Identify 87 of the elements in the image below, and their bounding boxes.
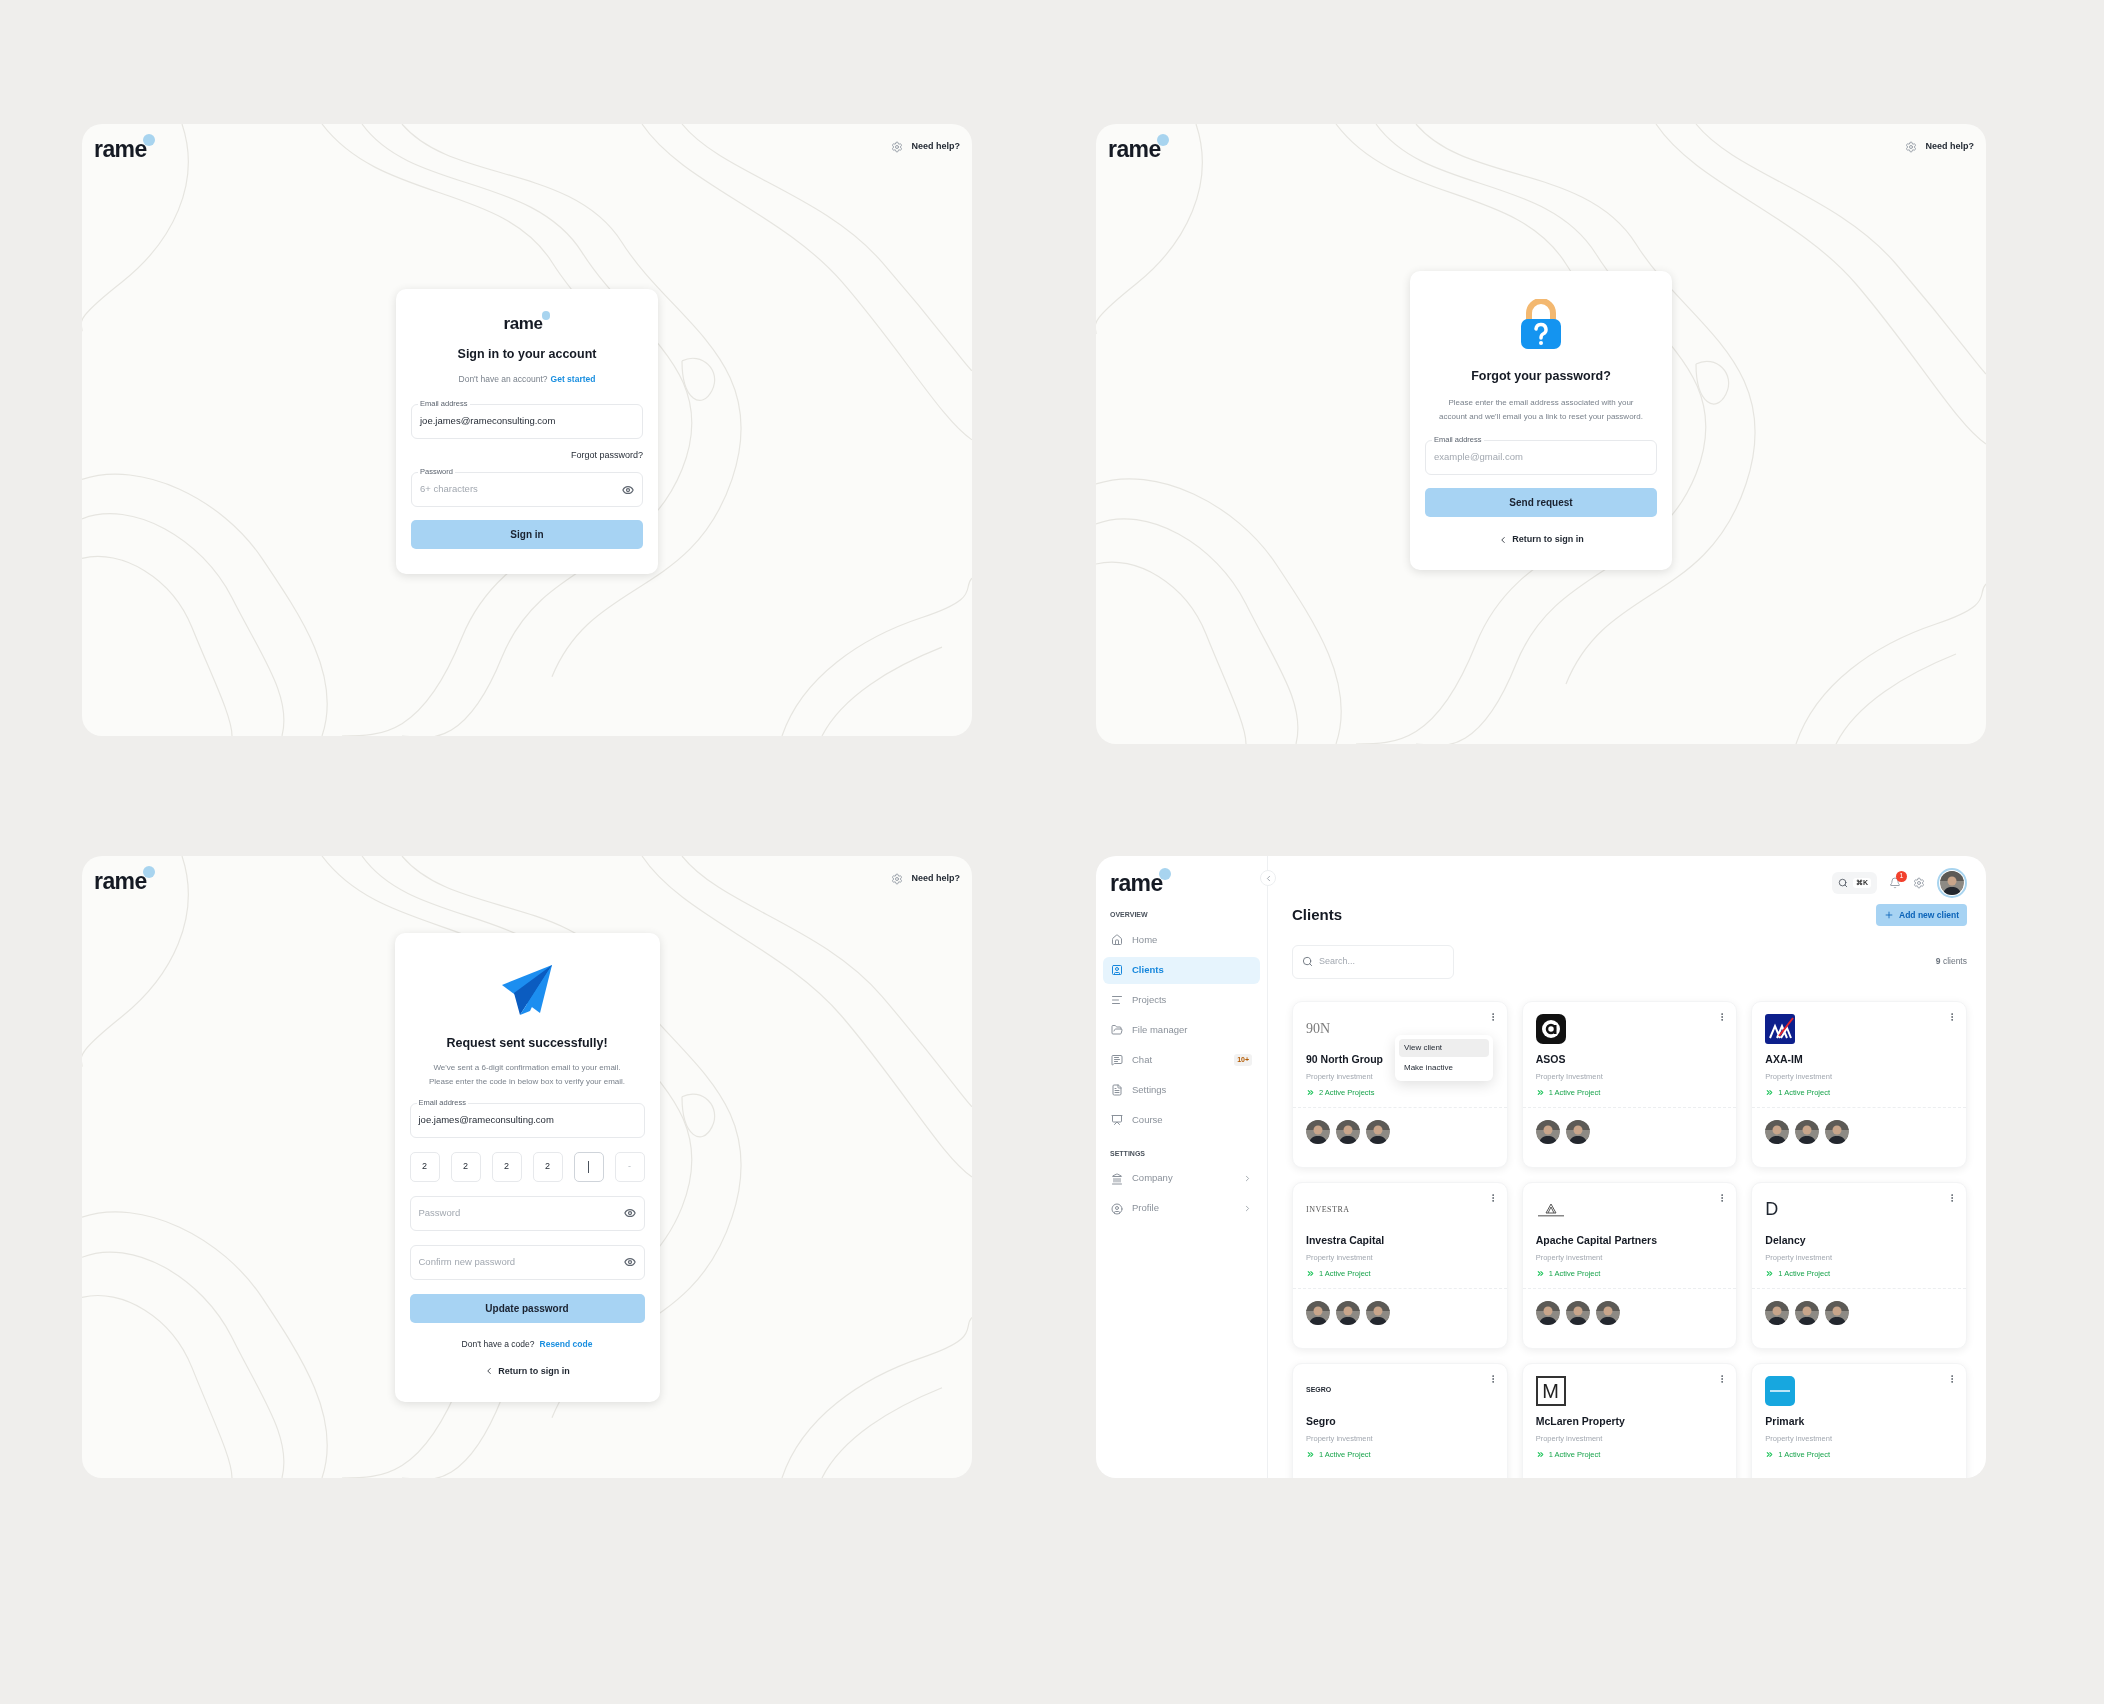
card-title: Forgot your password?	[1470, 368, 1612, 385]
striped-letters-logo-icon	[1765, 1013, 1796, 1044]
settings-icon[interactable]	[1913, 877, 1925, 889]
settings-icon[interactable]	[891, 140, 904, 153]
description-line: Please enter the email address associated with your	[1448, 396, 1634, 409]
settings-icon[interactable]	[1905, 140, 1918, 153]
client-count: 9 clients	[1935, 955, 1967, 968]
double-chevron-icon	[1765, 1449, 1775, 1459]
lines-icon	[1111, 994, 1123, 1006]
client-name: Investra Capital	[1306, 1232, 1385, 1248]
signup-prompt: Don't have an account?	[458, 372, 548, 386]
help-link[interactable]: Need help?	[911, 140, 960, 154]
double-chevron-icon	[1535, 1268, 1545, 1278]
bank-icon	[1111, 1172, 1123, 1185]
client-name: ASOS	[1535, 1051, 1566, 1067]
user-icon	[1111, 1202, 1123, 1215]
description-line: We've sent a 6-digit confirmation email to your email.	[433, 1061, 621, 1074]
resend-code-link[interactable]: Resend code	[539, 1337, 593, 1351]
field-placeholder: Password	[418, 1206, 461, 1221]
client-name: Apache Capital Partners	[1535, 1232, 1658, 1248]
field-value: joe.james@rameconsulting.com	[420, 413, 556, 428]
description-line: account and we'll email you a link to reset your password.	[1439, 410, 1643, 423]
double-chevron-icon	[1306, 1449, 1315, 1459]
presentation-icon	[1111, 1114, 1123, 1126]
menu-item[interactable]: View client	[1399, 1038, 1489, 1057]
circle-a-logo-icon	[1535, 1013, 1566, 1044]
help-link[interactable]: Need help?	[911, 872, 960, 886]
help-link[interactable]: Need help?	[1925, 140, 1974, 154]
page-title: Clients	[1292, 905, 1342, 925]
code-digit-field[interactable]: 2	[409, 1151, 440, 1182]
search-icon	[1837, 878, 1848, 888]
card-title: Request sent successfully!	[445, 1035, 609, 1052]
resend-prompt: Don't have a code?	[461, 1337, 535, 1351]
return-link[interactable]: Return to sign in	[1425, 532, 1657, 547]
bell-icon[interactable]	[1889, 877, 1901, 889]
client-logo: M	[1535, 1375, 1566, 1406]
get-started-link[interactable]: Get started	[550, 372, 596, 386]
menu-item[interactable]: Make inactive	[1399, 1058, 1489, 1077]
field-placeholder: example@gmail.com	[1434, 450, 1523, 465]
return-link[interactable]: Return to sign in	[409, 1364, 645, 1378]
folder-icon	[1111, 1024, 1123, 1036]
primary-button[interactable]: Update password	[409, 1293, 645, 1323]
double-chevron-icon	[1306, 1268, 1315, 1278]
field-placeholder: 6+ characters	[420, 482, 478, 497]
padlock-icon	[1520, 299, 1562, 349]
double-chevron-icon	[1765, 1087, 1775, 1097]
house-icon	[1111, 934, 1123, 946]
client-logo: D	[1765, 1198, 1779, 1221]
eye-icon[interactable]	[622, 483, 634, 496]
forgot-password-link[interactable]: Forgot password?	[570, 448, 643, 462]
field-value: joe.james@rameconsulting.com	[418, 1113, 554, 1128]
settings-icon[interactable]	[891, 872, 904, 885]
paper-plane-icon	[500, 963, 554, 1017]
code-digit-field[interactable]: 2	[450, 1151, 481, 1182]
description-line: Please enter the code in below box to verify your email.	[428, 1075, 626, 1088]
client-name: Delancy	[1765, 1232, 1806, 1248]
primary-button[interactable]: Sign in	[411, 520, 643, 549]
client-name: 90 North Group	[1306, 1051, 1383, 1067]
client-name: McLaren Property	[1535, 1413, 1625, 1429]
rounded-square-logo-icon	[1765, 1375, 1796, 1406]
client-name: AXA-IM	[1765, 1051, 1803, 1067]
document-icon	[1111, 1084, 1123, 1096]
double-chevron-icon	[1535, 1449, 1545, 1459]
plus-icon	[1884, 910, 1894, 921]
double-chevron-icon	[1306, 1087, 1315, 1097]
card-title: Sign in to your account	[456, 346, 598, 363]
search-icon	[1302, 956, 1313, 967]
client-logo: INVESTRA	[1306, 1203, 1350, 1216]
nav-item[interactable]: Clients	[1103, 956, 1260, 984]
profile-avatar[interactable]	[1937, 868, 1967, 898]
client-name: Primark	[1765, 1413, 1805, 1429]
client-logo: 90N	[1306, 1020, 1331, 1038]
double-chevron-icon	[1765, 1268, 1775, 1278]
code-digit-field[interactable]	[573, 1151, 604, 1182]
chat-icon	[1111, 1054, 1123, 1066]
mountain-logo-icon	[1535, 1201, 1566, 1218]
client-name: Segro	[1306, 1413, 1336, 1429]
add-client-button[interactable]: Add new client	[1876, 904, 1967, 927]
primary-button[interactable]: Send request	[1425, 487, 1657, 517]
field-placeholder: Confirm new password	[418, 1255, 516, 1270]
eye-icon[interactable]	[623, 1256, 636, 1269]
user-square-icon	[1111, 964, 1123, 976]
code-digit-field[interactable]: 2	[532, 1151, 563, 1182]
double-chevron-icon	[1535, 1087, 1545, 1097]
text-cursor	[587, 1160, 590, 1173]
code-digit-field[interactable]: 2	[491, 1151, 522, 1182]
eye-icon[interactable]	[623, 1207, 636, 1220]
